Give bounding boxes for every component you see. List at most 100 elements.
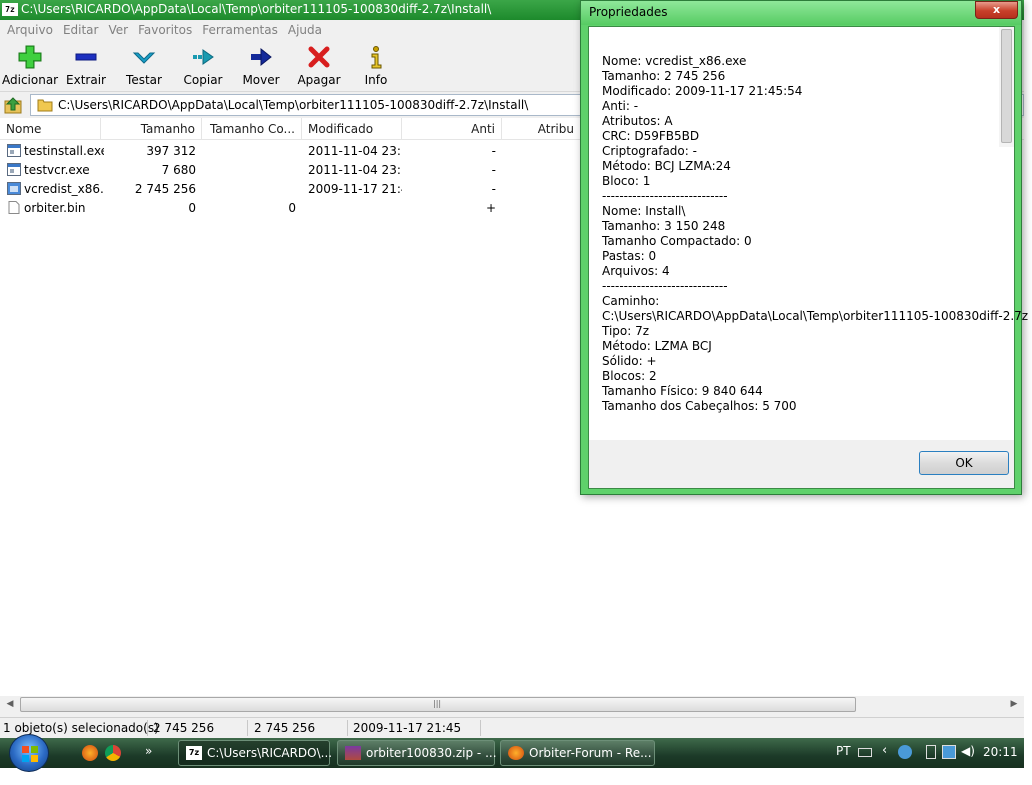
folder-icon bbox=[37, 99, 53, 112]
extract-icon bbox=[75, 53, 97, 61]
windows-logo-icon bbox=[22, 746, 38, 762]
menu-favoritos[interactable]: Favoritos bbox=[133, 23, 197, 37]
properties-line: Blocos: 2 bbox=[602, 369, 657, 383]
test-button[interactable]: Testar bbox=[120, 44, 168, 90]
start-button[interactable] bbox=[9, 734, 49, 772]
firefox-icon bbox=[508, 746, 524, 760]
firefox-icon[interactable] bbox=[82, 745, 98, 761]
close-icon: x bbox=[992, 3, 1001, 16]
file-row[interactable]: testvcr.exe 7 680 2011-11-04 23:14 - bbox=[0, 161, 580, 180]
taskbar-button-7zip[interactable]: 7z C:\Users\RICARDO\... bbox=[178, 740, 333, 766]
copy-button[interactable]: Copiar bbox=[178, 44, 228, 90]
dialog-title-bar[interactable]: Propriedades x bbox=[581, 1, 1021, 25]
battery-icon[interactable] bbox=[926, 745, 936, 759]
properties-line: ----------------------------- bbox=[602, 279, 728, 293]
delete-icon bbox=[308, 46, 330, 68]
status-divider bbox=[347, 720, 348, 736]
properties-line: C:\Users\RICARDO\AppData\Local\Temp\orbi… bbox=[602, 309, 1029, 323]
properties-lines: Nome: vcredist_x86.exe Tamanho: 2 745 256… bbox=[602, 54, 1028, 414]
language-indicator[interactable]: PT bbox=[836, 744, 851, 758]
properties-line: Tamanho: 3 150 248 bbox=[602, 219, 726, 233]
status-divider bbox=[147, 720, 148, 736]
copy-label: Copiar bbox=[183, 73, 223, 87]
taskbar-button-label: Orbiter-Forum - Re... bbox=[529, 746, 652, 760]
properties-line: Modificado: 2009-11-17 21:45:54 bbox=[602, 84, 803, 98]
file-name: vcredist_x86.... bbox=[24, 182, 104, 196]
file-modified: 2011-11-04 23:15 bbox=[308, 144, 402, 158]
scroll-right-icon[interactable]: ▶ bbox=[1007, 698, 1021, 711]
file-size: 2 745 256 bbox=[134, 182, 196, 196]
properties-line: Método: LZMA BCJ bbox=[602, 339, 712, 353]
taskbar-button-firefox[interactable]: Orbiter-Forum - Re... bbox=[500, 740, 655, 766]
move-icon bbox=[251, 47, 272, 67]
horizontal-scrollbar[interactable]: ◀ ||| ▶ bbox=[0, 696, 1024, 713]
file-anti: - bbox=[491, 144, 496, 158]
properties-text[interactable]: Nome: vcredist_x86.exe Tamanho: 2 745 256… bbox=[589, 27, 1028, 440]
info-button[interactable]: Info bbox=[356, 44, 396, 90]
exe-icon bbox=[7, 144, 21, 157]
column-header-size[interactable]: Tamanho bbox=[101, 118, 202, 140]
column-header-modified[interactable]: Modificado bbox=[302, 118, 402, 140]
column-header-anti[interactable]: Anti bbox=[402, 118, 502, 140]
extract-label: Extrair bbox=[66, 73, 106, 87]
column-header-packed[interactable]: Tamanho Co... bbox=[202, 118, 302, 140]
vertical-scrollbar[interactable] bbox=[999, 27, 1014, 147]
file-row[interactable]: orbiter.bin 0 0 + bbox=[0, 199, 580, 218]
properties-dialog: Propriedades x Nome: vcredist_x86.exe Tam… bbox=[580, 0, 1028, 495]
file-packed-size: 0 bbox=[288, 201, 296, 215]
close-button[interactable]: x bbox=[975, 1, 1018, 19]
menu-arquivo[interactable]: Arquivo bbox=[2, 23, 58, 37]
address-path: C:\Users\RICARDO\AppData\Local\Temp\orbi… bbox=[58, 98, 529, 112]
menu-ajuda[interactable]: Ajuda bbox=[283, 23, 327, 37]
menu-ver[interactable]: Ver bbox=[103, 23, 133, 37]
monitor-icon[interactable] bbox=[942, 745, 956, 759]
chrome-icon[interactable] bbox=[105, 745, 121, 761]
status-divider bbox=[480, 720, 481, 736]
properties-line: ----------------------------- bbox=[602, 189, 728, 203]
keyboard-icon[interactable] bbox=[858, 748, 872, 757]
test-icon bbox=[132, 52, 156, 64]
properties-line: Tamanho Compactado: 0 bbox=[602, 234, 752, 248]
file-icon bbox=[8, 201, 20, 214]
dialog-title: Propriedades bbox=[589, 5, 668, 19]
network-user-icon[interactable] bbox=[898, 745, 912, 759]
volume-icon[interactable]: ◀) bbox=[961, 744, 975, 758]
file-modified: 2009-11-17 21:45 bbox=[308, 182, 402, 196]
file-anti: - bbox=[491, 163, 496, 177]
delete-label: Apagar bbox=[297, 73, 341, 87]
file-anti: + bbox=[485, 201, 496, 215]
info-icon bbox=[371, 46, 382, 69]
file-row[interactable]: testinstall.exe 397 312 2011-11-04 23:15… bbox=[0, 142, 580, 161]
scrollbar-thumb[interactable] bbox=[1001, 29, 1012, 143]
add-icon bbox=[18, 45, 42, 69]
file-anti: - bbox=[491, 182, 496, 196]
file-name: testvcr.exe bbox=[24, 163, 90, 177]
up-folder-icon[interactable] bbox=[3, 95, 25, 115]
file-row[interactable]: vcredist_x86.... 2 745 256 2009-11-17 21… bbox=[0, 180, 580, 199]
properties-line: Pastas: 0 bbox=[602, 249, 657, 263]
move-button[interactable]: Mover bbox=[236, 44, 286, 90]
extract-button[interactable]: Extrair bbox=[62, 44, 110, 90]
copy-icon bbox=[193, 49, 214, 65]
taskbar-button-label: C:\Users\RICARDO\... bbox=[207, 746, 333, 760]
quick-launch-overflow[interactable]: » bbox=[145, 744, 152, 758]
delete-button[interactable]: Apagar bbox=[294, 44, 344, 90]
ok-button[interactable]: OK bbox=[919, 451, 1009, 475]
move-label: Mover bbox=[242, 73, 280, 87]
test-label: Testar bbox=[126, 73, 162, 87]
clock[interactable]: 20:11 bbox=[983, 745, 1018, 759]
taskbar-button-label: orbiter100830.zip - ... bbox=[366, 746, 497, 760]
file-size: 0 bbox=[188, 201, 196, 215]
menu-ferramentas[interactable]: Ferramentas bbox=[197, 23, 283, 37]
column-header-attributes[interactable]: Atribu bbox=[502, 118, 580, 140]
scroll-left-icon[interactable]: ◀ bbox=[3, 698, 17, 711]
file-name: testinstall.exe bbox=[24, 144, 104, 158]
chevron-left-icon[interactable]: ‹ bbox=[882, 743, 887, 758]
properties-line: Arquivos: 4 bbox=[602, 264, 670, 278]
menu-editar[interactable]: Editar bbox=[58, 23, 104, 37]
add-button[interactable]: Adicionar bbox=[2, 44, 58, 90]
file-modified: 2011-11-04 23:14 bbox=[308, 163, 402, 177]
column-header-name[interactable]: Nome bbox=[0, 118, 101, 140]
scrollbar-thumb[interactable]: ||| bbox=[20, 697, 856, 712]
taskbar-button-archive[interactable]: orbiter100830.zip - ... bbox=[337, 740, 497, 766]
